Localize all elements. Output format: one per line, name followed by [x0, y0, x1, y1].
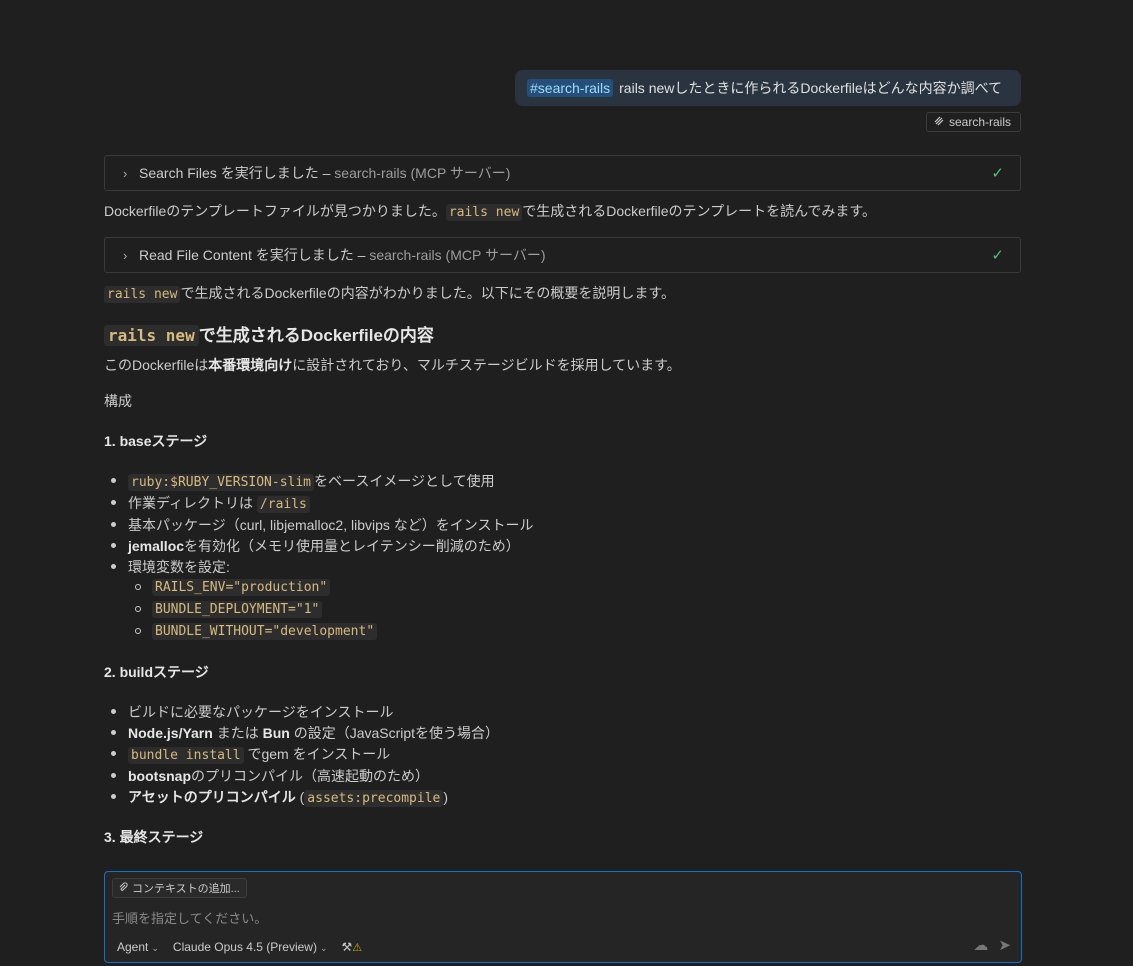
stage1-title: 1. baseステージ	[104, 433, 208, 449]
inline-code: /rails	[256, 496, 310, 513]
context-tag[interactable]: #search-rails	[527, 79, 614, 97]
reference-chip[interactable]: search-rails	[926, 112, 1021, 132]
text: このDockerfileは	[104, 357, 209, 373]
text: に設計されており、マルチステージビルドを採用しています。	[292, 357, 681, 373]
text: でgem をインストール	[243, 746, 391, 762]
add-context-button[interactable]: コンテキストの追加...	[112, 878, 247, 898]
chevron-down-icon: ⌄	[151, 943, 159, 953]
tool-call-read-file[interactable]: › Read File Content を実行しました – search-rai…	[104, 237, 1021, 273]
chat-input-box[interactable]: コンテキストの追加... 手順を指定してください。 Agent ⌄ Claude …	[104, 871, 1022, 963]
sub-list-item: BUNDLE_DEPLOYMENT="1"	[134, 600, 323, 618]
user-message-text: rails newしたときに作られるDockerfileはどんな内容か調べて	[619, 80, 1003, 96]
text: Dockerfileのテンプレートファイルが見つかりました。	[104, 203, 446, 219]
chevron-down-icon: ⌄	[319, 943, 328, 953]
list-item: 環境変数を設定:	[111, 559, 230, 575]
tools-icon	[933, 115, 945, 130]
check-icon: ✓	[991, 247, 1004, 264]
text: で生成されるDockerfileの内容がわかりました。以下にその概要を説明します…	[180, 285, 676, 301]
tool-server: search-rails (MCP サーバー)	[334, 165, 511, 181]
list-item: 基本パッケージ（curl, libjemalloc2, libvips など）を…	[111, 517, 534, 533]
bold-text: 本番環境向け	[208, 357, 293, 373]
list-item: ビルドに必要なパッケージをインストール	[110, 704, 394, 720]
model-picker[interactable]: Claude Opus 4.5 (Preview) ⌄	[173, 940, 328, 954]
inline-code: bundle install	[128, 747, 244, 764]
bold-text: jemalloc	[128, 538, 185, 554]
sub-list-item: BUNDLE_WITHOUT="development"	[134, 622, 378, 640]
text: 作業ディレクトリは	[128, 495, 257, 511]
reference-chip-label: search-rails	[949, 115, 1012, 129]
bold-text: アセットのプリコンパイル	[128, 789, 296, 805]
inline-code: ruby:$RUBY_VERSION-slim	[128, 474, 315, 491]
sub-list-item: RAILS_ENV="production"	[134, 578, 331, 596]
mode-label: Agent	[117, 940, 149, 954]
send-controls: ☁ ➤	[973, 936, 1011, 954]
tool-suffix: を実行しました –	[216, 165, 335, 181]
chevron-right-icon: ›	[123, 165, 128, 181]
list-item: bootsnapのプリコンパイル（高速起動のため）	[111, 766, 429, 786]
inline-code: RAILS_ENV="production"	[152, 579, 331, 596]
list-item: Node.js/Yarn または Bun の設定（JavaScriptを使う場合…	[110, 723, 500, 743]
chevron-right-icon: ›	[123, 247, 128, 263]
tool-suffix: を実行しました –	[251, 247, 370, 263]
intro-paragraph: このDockerfileは本番環境向けに設計されており、マルチステージビルドを採…	[104, 355, 681, 375]
mode-picker[interactable]: Agent ⌄	[117, 940, 159, 954]
bold-text: bootsnap	[128, 768, 191, 784]
list-item: 作業ディレクトリは /rails	[111, 493, 310, 513]
paperclip-icon	[118, 881, 128, 895]
stage2-title: 2. buildステージ	[104, 664, 209, 680]
heading-text: で生成されるDockerfileの内容	[198, 326, 434, 345]
section-label: 構成	[104, 393, 132, 409]
inline-code: rails new	[445, 204, 523, 221]
list-item: アセットのプリコンパイル (assets:precompile)	[110, 787, 449, 807]
tool-server: search-rails (MCP サーバー)	[369, 247, 546, 263]
inline-code: rails new	[104, 286, 181, 303]
text: で生成されるDockerfileのテンプレートを読んでみます。	[522, 203, 877, 219]
text: または	[212, 725, 263, 741]
user-message: #search-rails rails newしたときに作られるDockerfi…	[515, 70, 1021, 106]
response-paragraph-2: rails new で生成されるDockerfileの内容がわかりました。以下にそ…	[104, 283, 675, 303]
add-context-label: コンテキストの追加...	[132, 883, 240, 895]
text: のプリコンパイル（高速起動のため）	[191, 768, 429, 784]
stage3-title: 3. 最終ステージ	[104, 829, 204, 845]
tool-call-search-files[interactable]: › Search Files を実行しました – search-rails (M…	[104, 155, 1021, 191]
bold-text: Bun	[262, 725, 290, 741]
list-item: jemallocを有効化（メモリ使用量とレイテンシー削減のため）	[111, 536, 520, 556]
send-icon[interactable]: ➤	[998, 936, 1011, 954]
list-item: ruby:$RUBY_VERSION-slim をベースイメージとして使用	[111, 471, 495, 491]
tools-warning-icon[interactable]: ⚒⚠	[342, 940, 363, 954]
inline-code: rails new	[104, 325, 199, 346]
list-item: bundle install でgem をインストール	[110, 744, 391, 764]
input-toolbar: Agent ⌄ Claude Opus 4.5 (Preview) ⌄ ⚒⚠	[117, 940, 362, 954]
tool-name: Read File Content	[139, 247, 252, 263]
chat-input-placeholder[interactable]: 手順を指定してください。	[112, 908, 267, 927]
inline-code: BUNDLE_WITHOUT="development"	[152, 623, 378, 640]
response-heading: rails new で生成されるDockerfileの内容	[104, 321, 434, 346]
text: をベースイメージとして使用	[314, 473, 495, 489]
text: (	[295, 789, 305, 805]
text: の設定（JavaScriptを使う場合）	[289, 725, 500, 741]
model-label: Claude Opus 4.5 (Preview)	[172, 940, 317, 954]
text: を有効化（メモリ使用量とレイテンシー削減のため）	[184, 538, 520, 554]
inline-code: assets:precompile	[304, 790, 444, 807]
check-icon: ✓	[991, 165, 1004, 182]
bold-text: Node.js/Yarn	[128, 725, 213, 741]
response-paragraph-1: Dockerfileのテンプレートファイルが見つかりました。 rails new で…	[104, 201, 876, 221]
cloud-icon[interactable]: ☁	[973, 936, 988, 954]
text: )	[443, 789, 449, 805]
tool-name: Search Files	[139, 165, 217, 181]
inline-code: BUNDLE_DEPLOYMENT="1"	[152, 601, 323, 618]
